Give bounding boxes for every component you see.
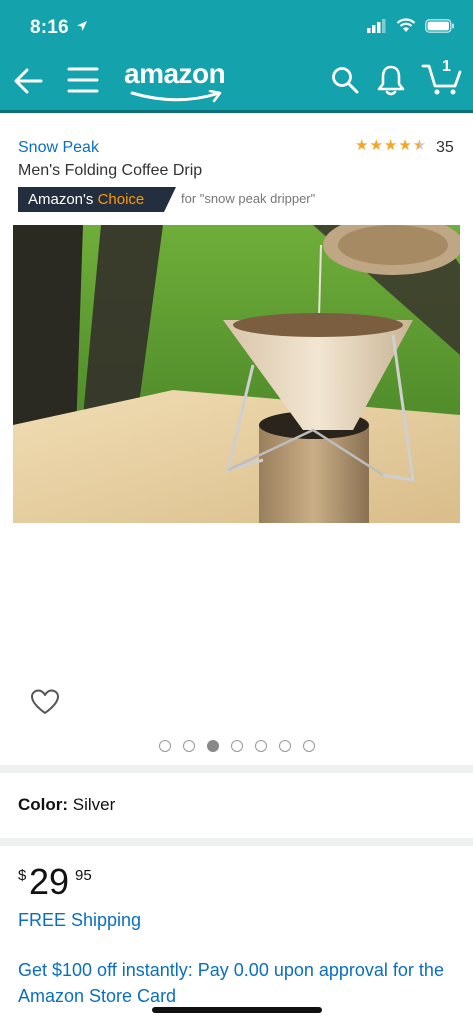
search-icon[interactable] [331, 66, 359, 94]
star-full-icon: ★ [355, 137, 369, 154]
location-arrow-icon [77, 21, 87, 31]
badge-prefix: Amazon's [28, 191, 94, 208]
color-value: Silver [72, 795, 116, 814]
carousel-dot[interactable] [279, 740, 291, 752]
product-image[interactable] [13, 225, 460, 523]
star-full-icon: ★ [398, 137, 412, 154]
section-divider [0, 765, 473, 773]
home-indicator[interactable] [152, 1007, 322, 1013]
wishlist-heart-icon[interactable] [30, 689, 60, 715]
carousel-dot[interactable] [231, 740, 243, 752]
star-full-icon: ★ [369, 137, 383, 154]
carousel-dot[interactable] [303, 740, 315, 752]
carousel-dot[interactable] [183, 740, 195, 752]
app-header: 8:16 amazon 1 [0, 0, 473, 113]
carousel-dot-active[interactable] [207, 740, 219, 752]
product-title: Men's Folding Coffee Drip [18, 162, 203, 179]
carousel-dot[interactable] [159, 740, 171, 752]
badge-query: for "snow peak dripper" [181, 191, 316, 206]
price-whole: 29 [29, 861, 70, 902]
amazon-logo[interactable]: amazon [124, 58, 238, 103]
brand-link[interactable]: Snow Peak [18, 139, 99, 157]
free-shipping-link[interactable]: FREE Shipping [18, 910, 141, 931]
bell-icon[interactable] [376, 64, 406, 96]
color-selector[interactable]: Color: Silver [18, 795, 115, 815]
status-indicators [367, 18, 455, 33]
price-currency: $ [18, 867, 27, 884]
carousel-dot[interactable] [255, 740, 267, 752]
nav-bar: amazon 1 [0, 52, 473, 108]
wifi-icon [396, 18, 416, 32]
amazons-choice-badge: Amazon's Choice [18, 187, 176, 212]
star-rating[interactable]: ★ ★ ★ ★ ★ [355, 138, 426, 154]
rating-count[interactable]: 35 [436, 139, 454, 157]
logo-text: amazon [124, 58, 226, 89]
battery-icon [425, 18, 454, 33]
image-carousel-indicator[interactable] [159, 740, 315, 752]
star-half-icon: ★ [412, 137, 427, 154]
logo-smile-icon [130, 90, 222, 103]
header-divider [0, 110, 473, 113]
price-fraction: 95 [75, 867, 92, 884]
hamburger-menu-icon[interactable] [67, 66, 99, 94]
section-divider [0, 838, 473, 846]
status-time: 8:16 [30, 17, 69, 38]
badge-highlight: Choice [97, 191, 145, 208]
store-card-promo-link[interactable]: Get $100 off instantly: Pay 0.00 upon ap… [18, 957, 458, 1009]
back-arrow-icon[interactable] [12, 66, 44, 96]
signal-icon [367, 18, 386, 33]
star-full-icon: ★ [383, 137, 398, 154]
color-label: Color: [18, 795, 69, 814]
cart-count: 1 [442, 58, 451, 75]
